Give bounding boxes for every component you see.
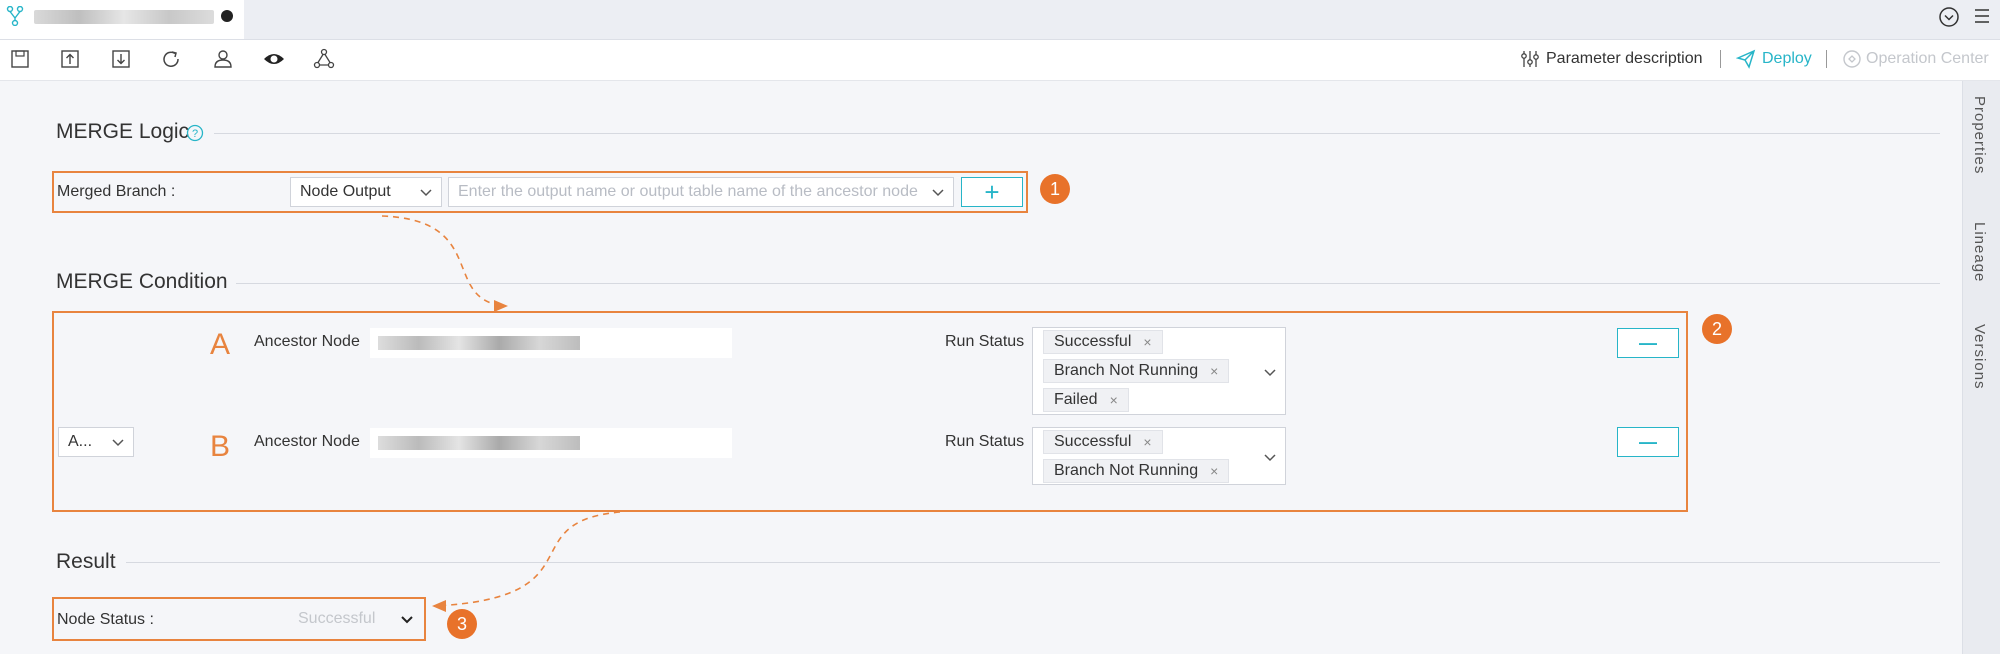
- operation-center-link[interactable]: Operation Center: [1866, 50, 1989, 68]
- chevron-down-icon: [401, 616, 413, 624]
- section-divider: [236, 283, 1940, 284]
- tab-properties[interactable]: Properties: [1971, 96, 1988, 174]
- deploy-button[interactable]: Deploy: [1762, 50, 1812, 68]
- preview-icon[interactable]: [262, 48, 286, 70]
- node-status-value: Successful: [298, 610, 376, 627]
- remove-condition-button[interactable]: —: [1617, 328, 1679, 358]
- file-tab-name: [34, 10, 214, 24]
- chevron-down-icon: [1264, 369, 1276, 377]
- remove-tag-icon[interactable]: ×: [1110, 392, 1118, 408]
- condition-letter-a: A: [210, 328, 231, 361]
- ancestor-node-label: Ancestor Node: [254, 433, 360, 450]
- unsaved-dot: [221, 10, 233, 22]
- chevron-down-icon: [112, 439, 124, 447]
- add-label: +: [984, 176, 1000, 207]
- branch-icon: [6, 6, 24, 26]
- parameter-sliders-icon: [1521, 51, 1539, 67]
- parameter-description-link[interactable]: Parameter description: [1546, 50, 1703, 68]
- node-status-select[interactable]: Successful: [290, 604, 420, 634]
- result-title: Result: [56, 550, 116, 573]
- svg-text:?: ?: [192, 128, 198, 140]
- branch-type-value: Node Output: [300, 183, 391, 200]
- operation-center-icon: [1843, 50, 1861, 68]
- tab-lineage[interactable]: Lineage: [1971, 222, 1988, 282]
- status-tag: Successful ×: [1043, 430, 1163, 454]
- remove-condition-button[interactable]: —: [1617, 427, 1679, 457]
- chevron-circle-down-icon[interactable]: [1938, 6, 1960, 28]
- tab-strip: [0, 0, 2000, 40]
- submit-icon[interactable]: [59, 48, 81, 70]
- ancestor-node-input[interactable]: [370, 328, 732, 358]
- node-status-label: Node Status :: [57, 611, 154, 628]
- logic-operator-select[interactable]: A...: [58, 427, 134, 457]
- ancestor-node-input[interactable]: [370, 428, 732, 458]
- menu-icon[interactable]: [1972, 6, 1992, 26]
- merged-branch-label: Merged Branch :: [57, 183, 176, 200]
- refresh-icon[interactable]: [160, 48, 182, 70]
- user-icon[interactable]: [212, 48, 234, 70]
- remove-label: —: [1639, 332, 1657, 353]
- remove-tag-icon[interactable]: ×: [1210, 463, 1218, 479]
- merge-condition-title: MERGE Condition: [56, 270, 228, 293]
- status-tag: Branch Not Running ×: [1043, 459, 1230, 483]
- condition-letter-b: B: [210, 430, 231, 463]
- ancestor-output-input[interactable]: Enter the output name or output table na…: [448, 177, 954, 207]
- branch-type-select[interactable]: Node Output: [290, 177, 442, 207]
- ancestor-output-placeholder: Enter the output name or output table na…: [458, 183, 918, 200]
- chevron-down-icon: [932, 189, 944, 197]
- remove-tag-icon[interactable]: ×: [1143, 434, 1151, 450]
- logic-operator-value: A...: [68, 433, 93, 450]
- save-icon[interactable]: [9, 48, 31, 70]
- status-tag: Branch Not Running ×: [1043, 359, 1230, 383]
- toolbar-divider: [1720, 50, 1721, 68]
- status-tag: Failed ×: [1043, 388, 1129, 412]
- graph-icon[interactable]: [313, 48, 335, 70]
- remove-tag-icon[interactable]: ×: [1210, 363, 1218, 379]
- callout-badge-2: 2: [1702, 314, 1732, 344]
- tab-versions[interactable]: Versions: [1971, 324, 1988, 390]
- status-tag: Successful ×: [1043, 330, 1163, 354]
- chevron-down-icon: [1264, 454, 1276, 462]
- remove-label: —: [1639, 431, 1657, 452]
- run-status-label: Run Status: [945, 333, 1025, 350]
- flow-arrow: [432, 511, 621, 612]
- section-divider: [214, 133, 1940, 134]
- help-icon[interactable]: ?: [186, 124, 204, 142]
- flow-arrow: [381, 215, 508, 312]
- chevron-down-icon: [420, 189, 432, 197]
- section-divider: [126, 562, 1940, 563]
- remove-tag-icon[interactable]: ×: [1143, 334, 1151, 350]
- add-branch-button[interactable]: +: [961, 177, 1023, 207]
- merge-logic-title: MERGE Logic: [56, 120, 190, 143]
- ancestor-node-label: Ancestor Node: [254, 333, 360, 350]
- export-icon[interactable]: [110, 48, 132, 70]
- toolbar-divider: [1826, 50, 1827, 68]
- callout-badge-1: 1: [1040, 174, 1070, 204]
- run-status-label: Run Status: [945, 433, 1025, 450]
- callout-badge-3: 3: [447, 609, 477, 639]
- deploy-icon: [1736, 49, 1756, 69]
